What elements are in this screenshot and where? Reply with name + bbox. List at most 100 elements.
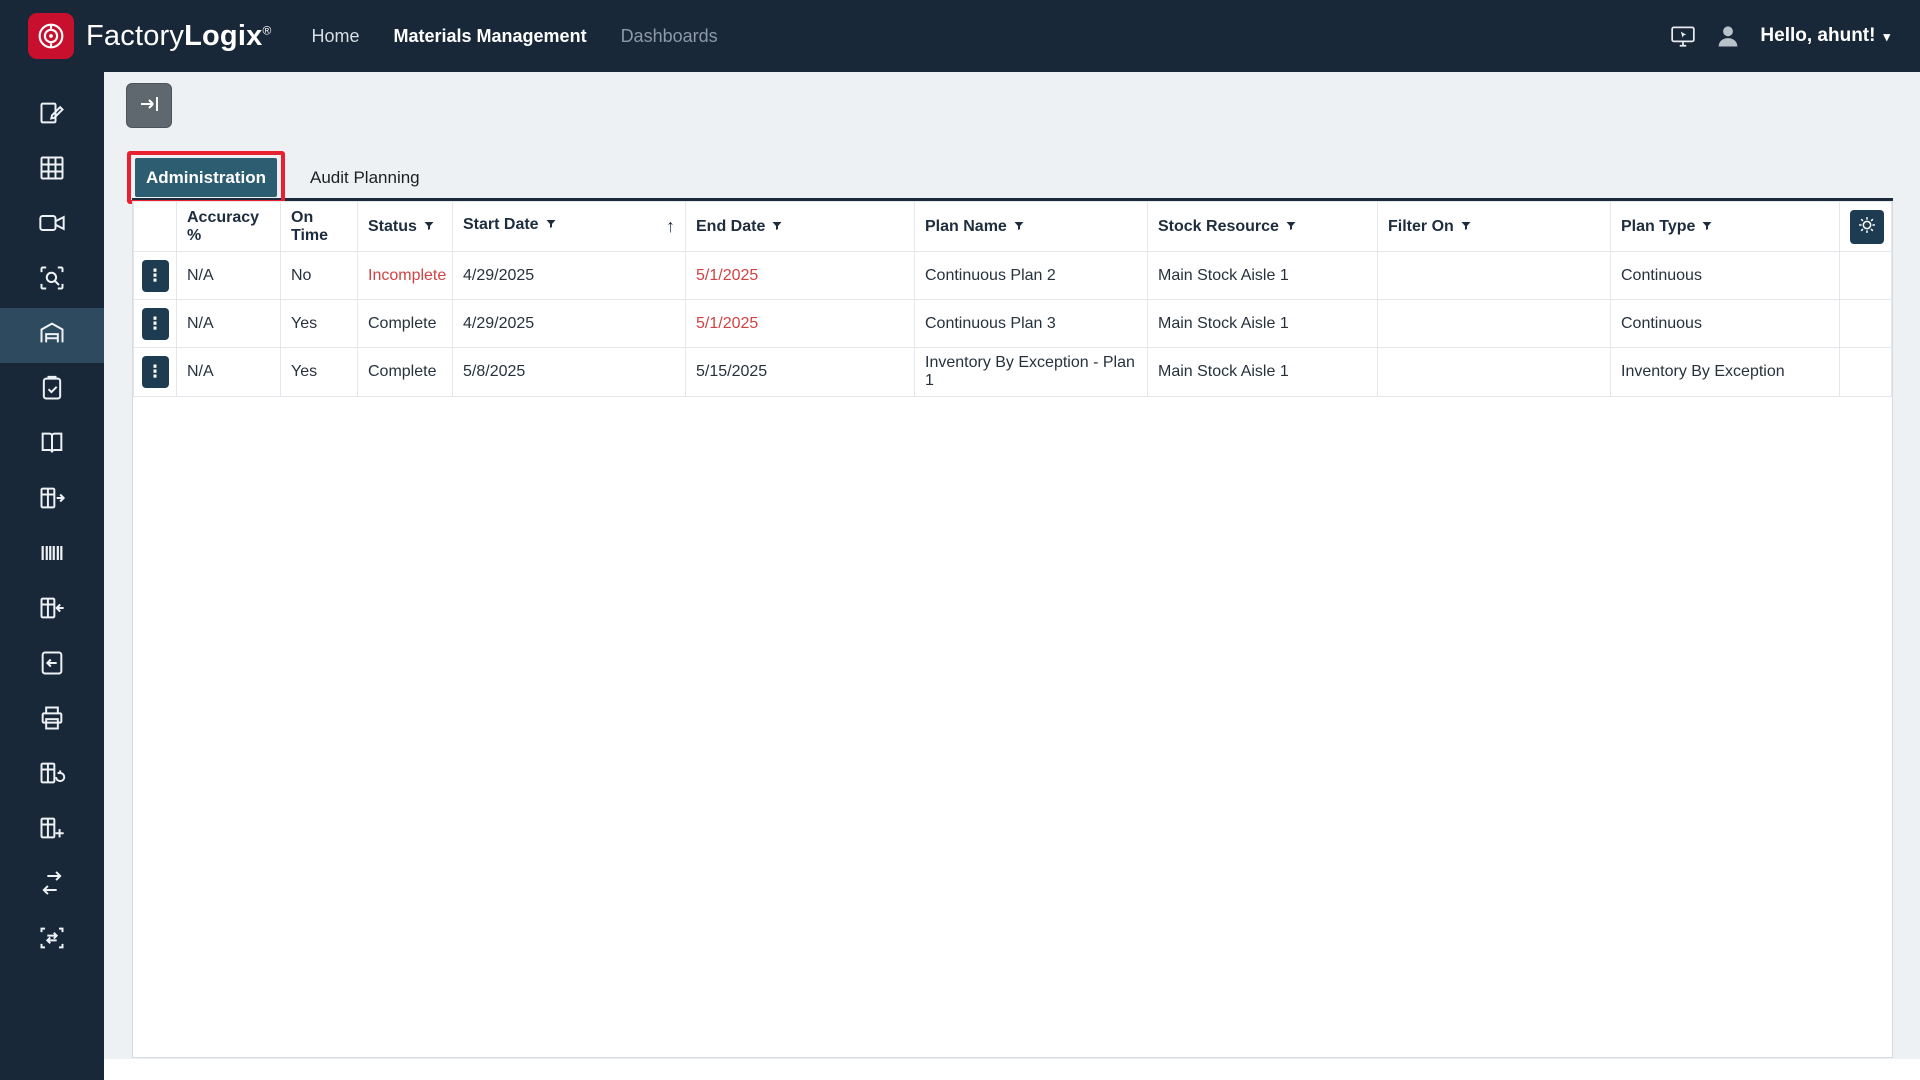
greeting-text: Hello, ahunt!: [1760, 25, 1875, 47]
sidebar-item-scan-transfer[interactable]: [0, 913, 104, 968]
sidebar-item-table-refresh[interactable]: [0, 748, 104, 803]
brand-text: FactoryLogix®: [86, 20, 271, 53]
cell-status: Complete: [358, 300, 453, 348]
sidebar-item-edit[interactable]: [0, 88, 104, 143]
header-plan-name[interactable]: Plan Name: [915, 202, 1148, 252]
plans-table-panel: Accuracy % On Time Status ↑Start Date En…: [132, 201, 1893, 1058]
clipboard-check-icon: [38, 374, 66, 407]
table-header-row: Accuracy % On Time Status ↑Start Date En…: [134, 202, 1892, 252]
edit-icon: [38, 99, 66, 132]
sidebar-item-barcode[interactable]: [0, 528, 104, 583]
cell-plan-name: Continuous Plan 2: [915, 252, 1148, 300]
nav-home[interactable]: Home: [311, 26, 359, 47]
sort-asc-icon[interactable]: ↑: [666, 216, 675, 237]
filter-icon: [423, 220, 435, 232]
table-export-icon: [38, 484, 66, 517]
sidebar-item-table-export[interactable]: [0, 473, 104, 528]
chevron-down-icon: ▾: [1883, 29, 1890, 45]
collapse-arrow-icon: [137, 92, 161, 119]
cell-on-time: No: [281, 252, 358, 300]
gear-icon: [1857, 215, 1877, 238]
cell-status: Complete: [358, 348, 453, 397]
cell-filter-on: [1378, 348, 1611, 397]
sidebar: [0, 72, 104, 1080]
remote-session-icon[interactable]: [1670, 23, 1696, 49]
warehouse-icon: [38, 319, 66, 352]
filter-icon: [1285, 220, 1297, 232]
collapse-panel-button[interactable]: [126, 83, 172, 128]
bottom-strip: [104, 1059, 1920, 1080]
row-menu-button[interactable]: ⋮: [142, 308, 169, 340]
table-import-icon: [38, 594, 66, 627]
cell-stock-resource: Main Stock Aisle 1: [1148, 348, 1378, 397]
box-return-icon: [38, 649, 66, 682]
sidebar-item-kits[interactable]: [0, 143, 104, 198]
filter-icon: [1013, 220, 1025, 232]
sidebar-item-return[interactable]: [0, 638, 104, 693]
cell-plan-type: Inventory By Exception: [1611, 348, 1840, 397]
tab-audit-planning[interactable]: Audit Planning: [300, 168, 430, 188]
user-menu[interactable]: Hello, ahunt! ▾: [1760, 25, 1890, 47]
cell-accuracy: N/A: [177, 252, 281, 300]
sidebar-item-video[interactable]: [0, 198, 104, 253]
sidebar-item-transfer[interactable]: [0, 858, 104, 913]
cell-spacer: [1840, 300, 1892, 348]
cell-accuracy: N/A: [177, 348, 281, 397]
cell-filter-on: [1378, 252, 1611, 300]
book-icon: [38, 429, 66, 462]
header-settings: [1840, 202, 1892, 252]
cell-filter-on: [1378, 300, 1611, 348]
cell-plan-type: Continuous: [1611, 252, 1840, 300]
cell-plan-name: Inventory By Exception - Plan 1: [915, 348, 1148, 397]
table-row[interactable]: ⋮ N/A Yes Complete 4/29/2025 5/1/2025 Co…: [134, 300, 1892, 348]
audit-plans-table: Accuracy % On Time Status ↑Start Date En…: [133, 201, 1892, 397]
sidebar-item-audit[interactable]: [0, 363, 104, 418]
header-accuracy: Accuracy %: [177, 202, 281, 252]
cell-start-date: 5/8/2025: [453, 348, 686, 397]
factorylogix-logo[interactable]: FactoryLogix®: [28, 13, 271, 59]
row-menu-button[interactable]: ⋮: [142, 260, 169, 292]
nav-dashboards[interactable]: Dashboards: [621, 26, 718, 47]
sidebar-item-scan-search[interactable]: [0, 253, 104, 308]
header-plan-type[interactable]: Plan Type: [1611, 202, 1840, 252]
header-start-date[interactable]: ↑Start Date: [453, 202, 686, 252]
table-row[interactable]: ⋮ N/A No Incomplete 4/29/2025 5/1/2025 C…: [134, 252, 1892, 300]
cell-plan-type: Continuous: [1611, 300, 1840, 348]
sidebar-item-print[interactable]: [0, 693, 104, 748]
topbar-right: Hello, ahunt! ▾: [1670, 22, 1890, 50]
top-navigation: Home Materials Management Dashboards: [311, 26, 717, 47]
video-camera-icon: [38, 209, 66, 242]
cell-stock-resource: Main Stock Aisle 1: [1148, 252, 1378, 300]
header-end-date[interactable]: End Date: [686, 202, 915, 252]
row-menu-button[interactable]: ⋮: [142, 356, 169, 388]
cell-end-date: 5/15/2025: [686, 348, 915, 397]
tab-administration[interactable]: Administration: [135, 158, 277, 197]
sidebar-item-table-add[interactable]: [0, 803, 104, 858]
user-avatar-icon[interactable]: [1714, 22, 1742, 50]
filter-icon: [1701, 220, 1713, 232]
cell-on-time: Yes: [281, 348, 358, 397]
sidebar-item-warehouse[interactable]: [0, 308, 104, 363]
sidebar-item-library[interactable]: [0, 418, 104, 473]
cell-accuracy: N/A: [177, 300, 281, 348]
sidebar-item-table-import[interactable]: [0, 583, 104, 638]
scan-search-icon: [38, 264, 66, 297]
header-stock-resource[interactable]: Stock Resource: [1148, 202, 1378, 252]
cell-start-date: 4/29/2025: [453, 300, 686, 348]
column-settings-button[interactable]: [1850, 210, 1884, 244]
barcode-icon: [38, 539, 66, 572]
header-filter-on[interactable]: Filter On: [1378, 202, 1611, 252]
table-row[interactable]: ⋮ N/A Yes Complete 5/8/2025 5/15/2025 In…: [134, 348, 1892, 397]
cell-start-date: 4/29/2025: [453, 252, 686, 300]
cell-plan-name: Continuous Plan 3: [915, 300, 1148, 348]
topbar: FactoryLogix® Home Materials Management …: [0, 0, 1920, 72]
nav-materials-management[interactable]: Materials Management: [394, 26, 587, 47]
transfer-arrows-icon: [38, 869, 66, 902]
cell-on-time: Yes: [281, 300, 358, 348]
cell-end-date: 5/1/2025: [686, 300, 915, 348]
header-status[interactable]: Status: [358, 202, 453, 252]
cell-spacer: [1840, 348, 1892, 397]
cell-spacer: [1840, 252, 1892, 300]
cell-stock-resource: Main Stock Aisle 1: [1148, 300, 1378, 348]
table-add-icon: [38, 814, 66, 847]
